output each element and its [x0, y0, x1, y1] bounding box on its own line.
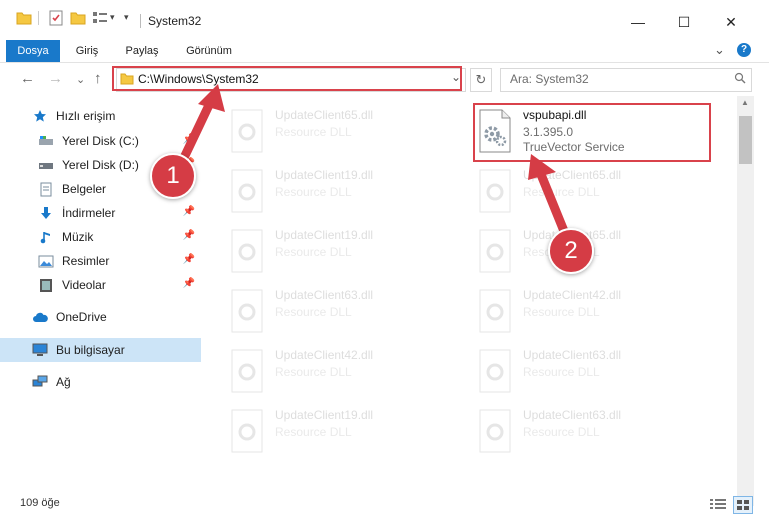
annotation-arrows	[177, 84, 571, 241]
callout-badge-1: 1	[150, 153, 196, 199]
callout-badge-2: 2	[548, 228, 594, 274]
